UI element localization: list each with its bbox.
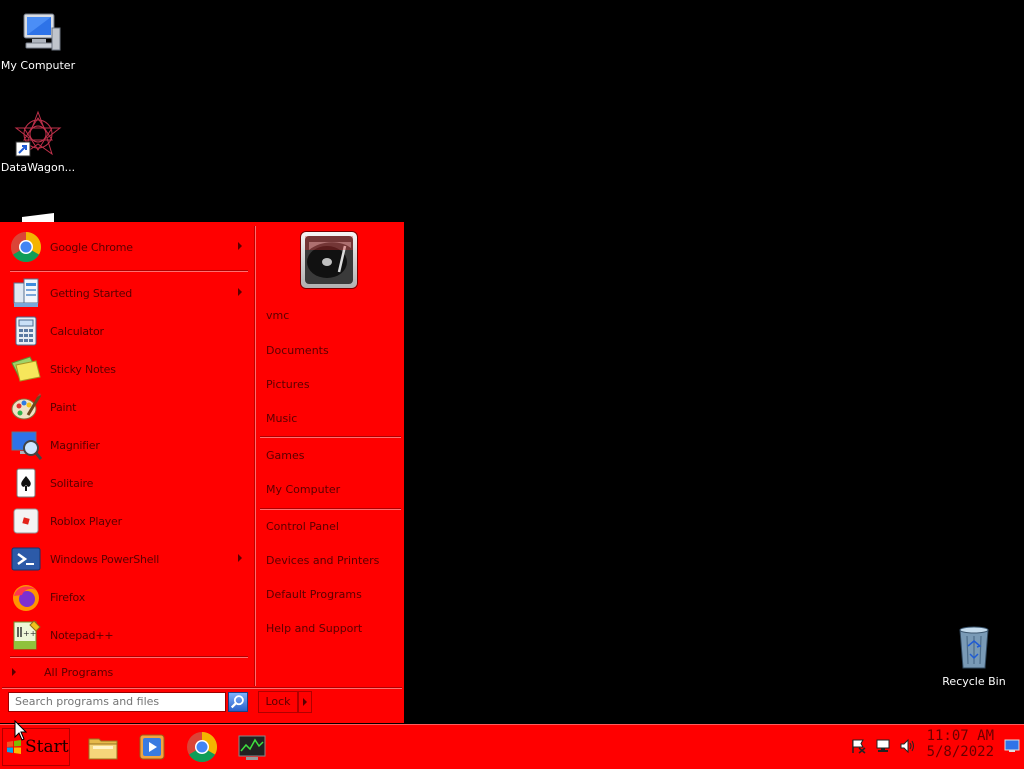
arrow-right-icon xyxy=(12,668,16,676)
start-button[interactable]: Start xyxy=(2,728,70,766)
start-item-label: Roblox Player xyxy=(50,514,122,528)
start-item-label: Firefox xyxy=(50,590,86,604)
volume-icon[interactable] xyxy=(899,738,915,754)
clock-date: 5/8/2022 xyxy=(926,744,994,760)
places-item-music[interactable]: Music xyxy=(266,412,297,425)
desktop-icon-datawagon[interactable]: DataWagon... xyxy=(0,110,78,174)
start-menu-places: vmc Documents Pictures Music Games My Co… xyxy=(255,222,404,687)
start-item-label: Paint xyxy=(50,400,77,414)
start-item-sticky-notes[interactable]: Sticky Notes xyxy=(8,350,248,388)
start-item-windows-powershell[interactable]: Windows PowerShell xyxy=(8,540,248,578)
roblox-icon xyxy=(13,508,39,534)
places-item-help-and-support[interactable]: Help and Support xyxy=(266,622,362,635)
start-item-label: Magnifier xyxy=(50,438,100,452)
network-icon[interactable] xyxy=(875,738,891,754)
shutdown-options-arrow[interactable] xyxy=(298,691,312,713)
action-center-flag-icon[interactable] xyxy=(850,738,866,754)
desktop-icon-my-computer[interactable]: My Computer xyxy=(0,8,78,72)
notepadpp-icon: ++ xyxy=(13,620,41,650)
recycle-bin-icon xyxy=(959,626,989,669)
taskbar: Start 11:07 AM 5/8/2022 xyxy=(0,724,1024,769)
start-item-magnifier[interactable]: Magnifier xyxy=(8,426,248,464)
user-picture[interactable] xyxy=(301,232,357,288)
start-item-label: Getting Started xyxy=(50,286,133,300)
datawagon-shortcut-icon xyxy=(14,110,62,157)
start-item-solitaire[interactable]: Solitaire xyxy=(8,464,248,502)
powershell-icon xyxy=(11,547,41,571)
start-item-firefox[interactable]: Firefox xyxy=(8,578,248,616)
start-menu: Google Chrome Getting Started Calculator… xyxy=(0,222,404,723)
mouse-cursor-icon xyxy=(14,720,28,741)
chrome-icon[interactable] xyxy=(186,731,218,763)
solitaire-icon xyxy=(16,468,36,498)
desktop-icon-recycle-bin[interactable]: Recycle Bin xyxy=(934,624,1014,688)
desktop-icon-label: Recycle Bin xyxy=(942,675,1006,688)
search-button[interactable] xyxy=(228,692,248,712)
places-item-my-computer[interactable]: My Computer xyxy=(266,483,340,496)
computer-icon xyxy=(23,13,61,51)
show-desktop-icon[interactable] xyxy=(1004,739,1020,753)
start-item-roblox-player[interactable]: Roblox Player xyxy=(8,502,248,540)
submenu-arrow-icon xyxy=(238,242,242,250)
start-item-label: Sticky Notes xyxy=(50,362,116,376)
search-input[interactable] xyxy=(8,692,226,712)
all-programs-label: All Programs xyxy=(44,665,114,679)
start-menu-programs: Google Chrome Getting Started Calculator… xyxy=(0,222,254,687)
start-item-label: Google Chrome xyxy=(50,240,133,254)
start-item-calculator[interactable]: Calculator xyxy=(8,312,248,350)
start-item-notepadpp[interactable]: ++ Notepad++ xyxy=(8,616,248,654)
places-item-pictures[interactable]: Pictures xyxy=(266,378,310,391)
getting-started-icon xyxy=(13,278,39,307)
places-item-control-panel[interactable]: Control Panel xyxy=(266,520,339,533)
places-item-vmc[interactable]: vmc xyxy=(266,309,289,322)
start-item-label: Calculator xyxy=(50,324,104,338)
places-item-documents[interactable]: Documents xyxy=(266,344,329,357)
turntable-avatar-icon xyxy=(305,236,353,284)
chrome-icon xyxy=(10,232,42,263)
start-item-paint[interactable]: Paint xyxy=(8,388,248,426)
divider xyxy=(260,436,401,437)
divider xyxy=(2,687,402,688)
magnifier-icon xyxy=(11,431,42,460)
start-item-getting-started[interactable]: Getting Started xyxy=(8,274,248,312)
start-item-google-chrome[interactable]: Google Chrome xyxy=(8,228,248,266)
start-item-label: Notepad++ xyxy=(50,628,114,642)
calculator-icon xyxy=(15,316,37,346)
divider xyxy=(10,656,248,657)
start-item-label: Windows PowerShell xyxy=(50,552,160,566)
paint-icon xyxy=(11,393,42,420)
desktop-icon-label: DataWagon... xyxy=(0,161,76,174)
submenu-arrow-icon xyxy=(238,554,242,562)
start-button-label: Start xyxy=(25,737,69,757)
clock-time: 11:07 AM xyxy=(926,728,994,744)
divider xyxy=(260,508,401,509)
task-manager-icon[interactable] xyxy=(236,731,268,763)
lock-button[interactable]: Lock xyxy=(258,691,298,713)
divider xyxy=(10,270,248,271)
places-item-default-programs[interactable]: Default Programs xyxy=(266,588,362,601)
start-item-label: Solitaire xyxy=(50,476,94,490)
media-player-icon[interactable] xyxy=(136,731,168,763)
desktop-icon-label: My Computer xyxy=(0,59,76,72)
sticky-notes-icon xyxy=(11,356,41,382)
places-item-games[interactable]: Games xyxy=(266,449,304,462)
svg-text:++: ++ xyxy=(23,629,36,638)
system-clock[interactable]: 11:07 AM 5/8/2022 xyxy=(927,728,994,760)
explorer-icon[interactable] xyxy=(87,731,119,763)
firefox-icon xyxy=(13,585,39,611)
all-programs-button[interactable]: All Programs xyxy=(8,662,248,682)
search-icon xyxy=(230,695,244,709)
submenu-arrow-icon xyxy=(238,288,242,296)
places-item-devices-and-printers[interactable]: Devices and Printers xyxy=(266,554,379,567)
